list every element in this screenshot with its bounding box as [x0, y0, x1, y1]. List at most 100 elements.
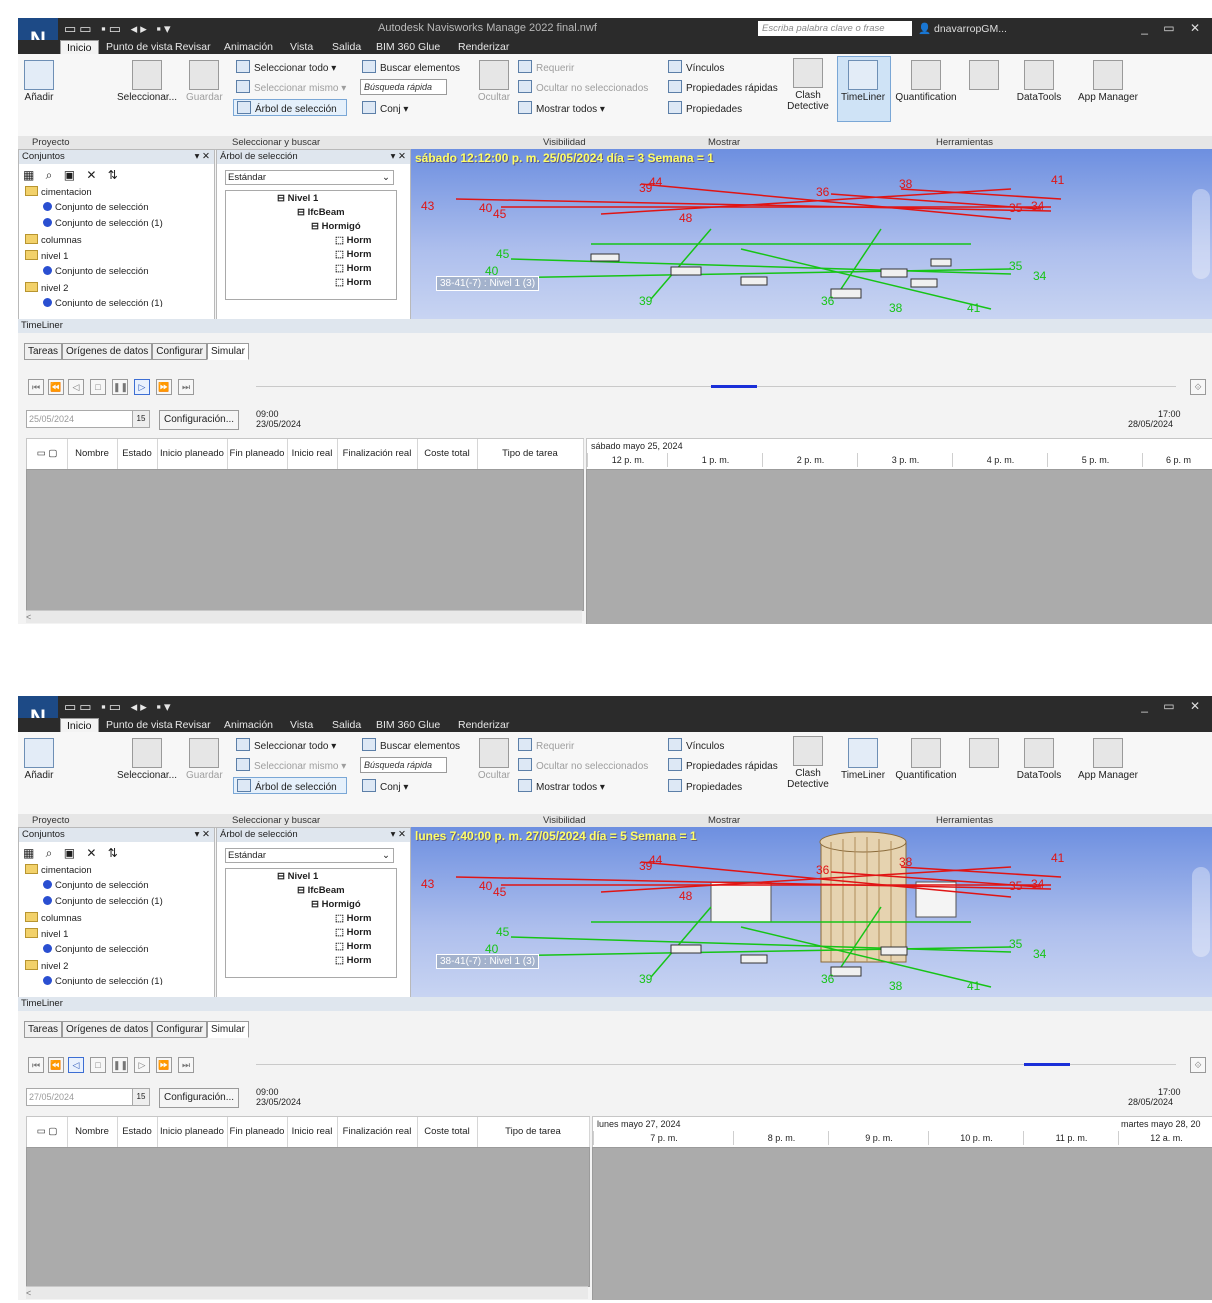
column-header[interactable]: Estado: [117, 1117, 158, 1147]
tree-node-ifcbeam[interactable]: ⊟ IfcBeam: [297, 885, 345, 896]
simulation-slider-thumb[interactable]: [1024, 1063, 1071, 1066]
step-forward-button[interactable]: ⏩: [156, 1057, 172, 1073]
configuration-button[interactable]: Configuración...: [159, 410, 240, 430]
tab-simular[interactable]: Simular: [207, 1021, 249, 1038]
tab-configurar[interactable]: Configurar: [152, 343, 207, 360]
reverse-play-button[interactable]: ◁: [68, 1057, 84, 1073]
select-same-button[interactable]: Seleccionar mismo ▾: [236, 80, 346, 94]
gantt-body[interactable]: [592, 1147, 1212, 1300]
tab-animacion[interactable]: Animación: [224, 40, 273, 54]
3d-viewport[interactable]: lunes 7:40:00 p. m. 27/05/2024 día = 5 S…: [411, 827, 1212, 997]
tab-origenes[interactable]: Orígenes de datos: [62, 343, 153, 360]
tab-configurar[interactable]: Configurar: [152, 1021, 207, 1038]
tree-node-hormigon[interactable]: ⊟ Hormigó: [311, 221, 361, 232]
column-header[interactable]: Fin planeado: [227, 439, 288, 469]
go-end-button[interactable]: ⏭: [178, 379, 194, 395]
app-manager-button[interactable]: App Manager: [1076, 738, 1140, 781]
tree-node-horm[interactable]: ⬚ Horm: [335, 263, 371, 274]
datatools-button[interactable]: DataTools: [1012, 738, 1066, 781]
set-item[interactable]: Conjunto de selección: [43, 944, 148, 955]
column-header[interactable]: Inicio planeado: [157, 1117, 228, 1147]
tab-salida[interactable]: Salida: [332, 40, 361, 54]
play-button[interactable]: ▷: [134, 379, 150, 395]
properties-button[interactable]: Propiedades: [668, 779, 742, 793]
select-button[interactable]: Seleccionar...: [112, 738, 182, 781]
tab-renderizar[interactable]: Renderizar: [458, 40, 509, 54]
tree-mode-select[interactable]: Estándar ⌄: [225, 848, 394, 863]
tab-bim360[interactable]: BIM 360 Glue: [376, 40, 440, 54]
quick-access-toolbar[interactable]: ▭▭ ▪▭ ◂▸ ▪▾: [64, 699, 173, 715]
window-controls[interactable]: _ ▭ ✕: [1141, 699, 1206, 713]
task-grid-body[interactable]: [26, 1147, 590, 1287]
links-button[interactable]: Vínculos: [668, 60, 724, 74]
tools-small-grid[interactable]: [966, 60, 1002, 92]
require-button[interactable]: Requerir: [518, 60, 574, 74]
links-button[interactable]: Vínculos: [668, 738, 724, 752]
tab-punto-de-vista[interactable]: Punto de vista: [106, 718, 173, 732]
tab-animacion[interactable]: Animación: [224, 718, 273, 732]
properties-button[interactable]: Propiedades: [668, 101, 742, 115]
column-header[interactable]: Finalización real: [337, 439, 418, 469]
tree-node-horm[interactable]: ⬚ Horm: [335, 249, 371, 260]
group-project[interactable]: Proyecto: [32, 136, 70, 149]
hide-unselected-button[interactable]: Ocultar no seleccionados: [518, 80, 648, 94]
column-header[interactable]: Nombre: [67, 439, 118, 469]
quick-properties-button[interactable]: Propiedades rápidas: [668, 80, 778, 94]
close-icon[interactable]: ▾ ✕: [391, 828, 406, 842]
column-header[interactable]: Inicio real: [287, 1117, 338, 1147]
show-all-button[interactable]: Mostrar todos ▾: [518, 101, 605, 115]
task-grid-scrollbar[interactable]: <: [26, 1286, 588, 1299]
quantification-button[interactable]: Quantification: [891, 738, 961, 781]
3d-viewport[interactable]: sábado 12:12:00 p. m. 25/05/2024 día = 3…: [411, 149, 1212, 319]
quick-properties-button[interactable]: Propiedades rápidas: [668, 758, 778, 772]
set-folder-nivel2[interactable]: nivel 2: [25, 282, 68, 294]
tab-inicio[interactable]: Inicio: [60, 718, 99, 733]
tree-node-ifcbeam[interactable]: ⊟ IfcBeam: [297, 207, 345, 218]
go-start-button[interactable]: ⏮: [28, 379, 44, 395]
go-start-button[interactable]: ⏮: [28, 1057, 44, 1073]
export-animation-button[interactable]: ⟐: [1190, 379, 1206, 395]
sets-dropdown[interactable]: Conj ▾: [362, 779, 408, 793]
hide-button[interactable]: Ocultar: [474, 60, 514, 103]
column-header[interactable]: Tipo de tarea: [477, 1117, 590, 1147]
tab-vista[interactable]: Vista: [290, 718, 313, 732]
gantt-body[interactable]: [586, 469, 1212, 624]
tab-origenes[interactable]: Orígenes de datos: [62, 1021, 153, 1038]
quick-search-input[interactable]: Búsqueda rápida: [360, 757, 447, 773]
tree-node-horm[interactable]: ⬚ Horm: [335, 235, 371, 246]
select-all-button[interactable]: Seleccionar todo ▾: [236, 738, 336, 752]
tree-node-horm[interactable]: ⬚ Horm: [335, 277, 371, 288]
tree-node-nivel1[interactable]: ⊟ Nivel 1: [277, 871, 318, 882]
column-header[interactable]: Inicio planeado: [157, 439, 228, 469]
tab-salida[interactable]: Salida: [332, 718, 361, 732]
navigation-bar[interactable]: [1192, 189, 1210, 279]
pause-button[interactable]: ❚❚: [112, 1057, 128, 1073]
sim-date-input[interactable]: 25/05/2024: [26, 410, 136, 428]
column-header[interactable]: Finalización real: [337, 1117, 418, 1147]
set-item[interactable]: Conjunto de selección: [43, 880, 148, 891]
step-forward-button[interactable]: ⏩: [156, 379, 172, 395]
save-selection-button[interactable]: Guardar: [186, 60, 223, 103]
tab-bim360[interactable]: BIM 360 Glue: [376, 718, 440, 732]
save-selection-button[interactable]: Guardar: [186, 738, 223, 781]
timeliner-button[interactable]: TimeLiner: [838, 738, 888, 781]
select-all-button[interactable]: Seleccionar todo ▾: [236, 60, 336, 74]
hide-unselected-button[interactable]: Ocultar no seleccionados: [518, 758, 648, 772]
configuration-button[interactable]: Configuración...: [159, 1088, 240, 1108]
close-icon[interactable]: ▾ ✕: [195, 828, 210, 842]
tab-tareas[interactable]: Tareas: [24, 343, 63, 360]
show-all-button[interactable]: Mostrar todos ▾: [518, 779, 605, 793]
tab-punto-de-vista[interactable]: Punto de vista: [106, 40, 173, 54]
group-project[interactable]: Proyecto: [32, 814, 70, 827]
column-header[interactable]: Coste total: [417, 439, 478, 469]
set-item[interactable]: Conjunto de selección (1): [43, 976, 163, 985]
set-folder-cimentacion[interactable]: cimentacion: [25, 186, 92, 198]
navigation-bar[interactable]: [1192, 867, 1210, 957]
close-icon[interactable]: ▾ ✕: [391, 150, 406, 164]
sets-toolbar[interactable]: ▦ ⌕ ▣ ✕ ⇅: [23, 168, 122, 183]
column-header[interactable]: Estado: [117, 439, 158, 469]
tab-tareas[interactable]: Tareas: [24, 1021, 63, 1038]
quick-search-input[interactable]: Búsqueda rápida: [360, 79, 447, 95]
task-grid-scrollbar[interactable]: <: [26, 610, 582, 623]
require-button[interactable]: Requerir: [518, 738, 574, 752]
